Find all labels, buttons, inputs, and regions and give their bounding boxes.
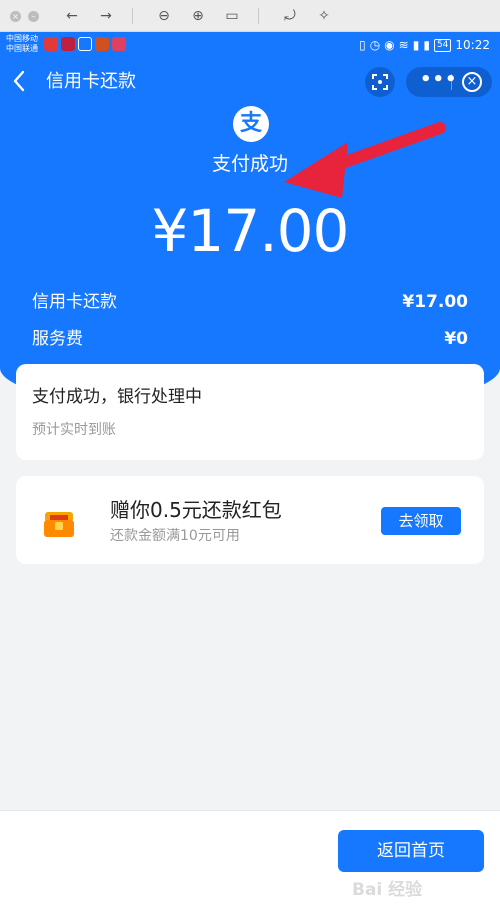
- scan-button[interactable]: [365, 67, 395, 97]
- close-icon[interactable]: ×: [462, 72, 482, 92]
- toolbar-divider: [132, 8, 133, 24]
- carrier-name-2: 中国联通: [6, 44, 38, 53]
- battery-level: 54: [433, 38, 452, 52]
- back-arrow-icon[interactable]: ←: [62, 6, 82, 26]
- minimize-window-icon[interactable]: –: [28, 11, 39, 22]
- notification-icons: [44, 37, 126, 51]
- processing-subtitle: 预计实时到账: [32, 422, 116, 438]
- processing-status-card: 支付成功，银行处理中 预计实时到账: [16, 364, 484, 460]
- status-right-group: ▯ ◷ ◉ ≋ ▮ ▮ 54 10:22: [359, 37, 490, 53]
- back-chevron-icon[interactable]: [12, 70, 34, 94]
- eye-icon: ◉: [384, 38, 395, 52]
- page-title: 信用卡还款: [46, 71, 136, 92]
- news-app-icon: [61, 37, 75, 51]
- rotate-icon[interactable]: ⤾: [280, 6, 300, 26]
- detail-value-repayment: ¥17.00: [402, 292, 468, 312]
- detail-label-fee: 服务费: [32, 329, 83, 349]
- phone-status-bar: 中国移动 中国联通 ▯ ◷ ◉ ≋ ▮ ▮ 54 10:22: [0, 32, 500, 58]
- toolbar-divider: [258, 8, 259, 24]
- shop-app-icon: [95, 37, 109, 51]
- weibo-app-icon: [112, 37, 126, 51]
- alipay-app-icon: [78, 37, 92, 51]
- fit-screen-icon[interactable]: ▭: [222, 6, 242, 26]
- zoom-out-icon[interactable]: ⊖: [154, 6, 174, 26]
- red-annotation-arrow: [284, 122, 446, 198]
- claim-button[interactable]: 去领取: [381, 507, 461, 535]
- promo-title: 赠你0.5元还款红包: [110, 498, 282, 522]
- alarm-icon: ◷: [369, 38, 381, 52]
- carrier-name-1: 中国移动: [6, 34, 38, 43]
- forward-arrow-icon[interactable]: →: [96, 6, 116, 26]
- vibrate-icon: ▯: [359, 38, 366, 52]
- baidu-watermark: Bai 经验: [352, 880, 423, 900]
- treasure-chest-icon: [44, 512, 74, 537]
- red-packet-promo-card[interactable]: 赠你0.5元还款红包 还款金额满10元可用 去领取: [16, 476, 484, 564]
- alipay-logo-icon: 支: [233, 106, 269, 142]
- signal-icon: ▮: [412, 38, 420, 52]
- promo-subtitle: 还款金额满10元可用: [110, 528, 240, 544]
- back-to-home-button[interactable]: 返回首页: [338, 830, 484, 872]
- signal-icon-2: ▮: [423, 38, 430, 52]
- clock-time: 10:22: [455, 38, 490, 52]
- heart-app-icon: [44, 37, 58, 51]
- mini-program-capsule: ••• ×: [406, 67, 492, 97]
- detail-value-fee: ¥0: [444, 329, 468, 349]
- zoom-in-icon[interactable]: ⊕: [188, 6, 208, 26]
- capsule-divider: [451, 74, 452, 90]
- browser-toolbar: × – ← → ⊖ ⊕ ▭ ⤾ ✧: [0, 0, 500, 32]
- scan-icon: [372, 74, 388, 90]
- carrier-info: 中国移动 中国联通: [6, 34, 38, 54]
- magic-wand-icon[interactable]: ✧: [314, 6, 334, 26]
- close-window-icon[interactable]: ×: [10, 11, 21, 22]
- wifi-icon: ≋: [398, 38, 409, 52]
- detail-label-repayment: 信用卡还款: [32, 292, 117, 312]
- processing-title: 支付成功，银行处理中: [32, 387, 202, 407]
